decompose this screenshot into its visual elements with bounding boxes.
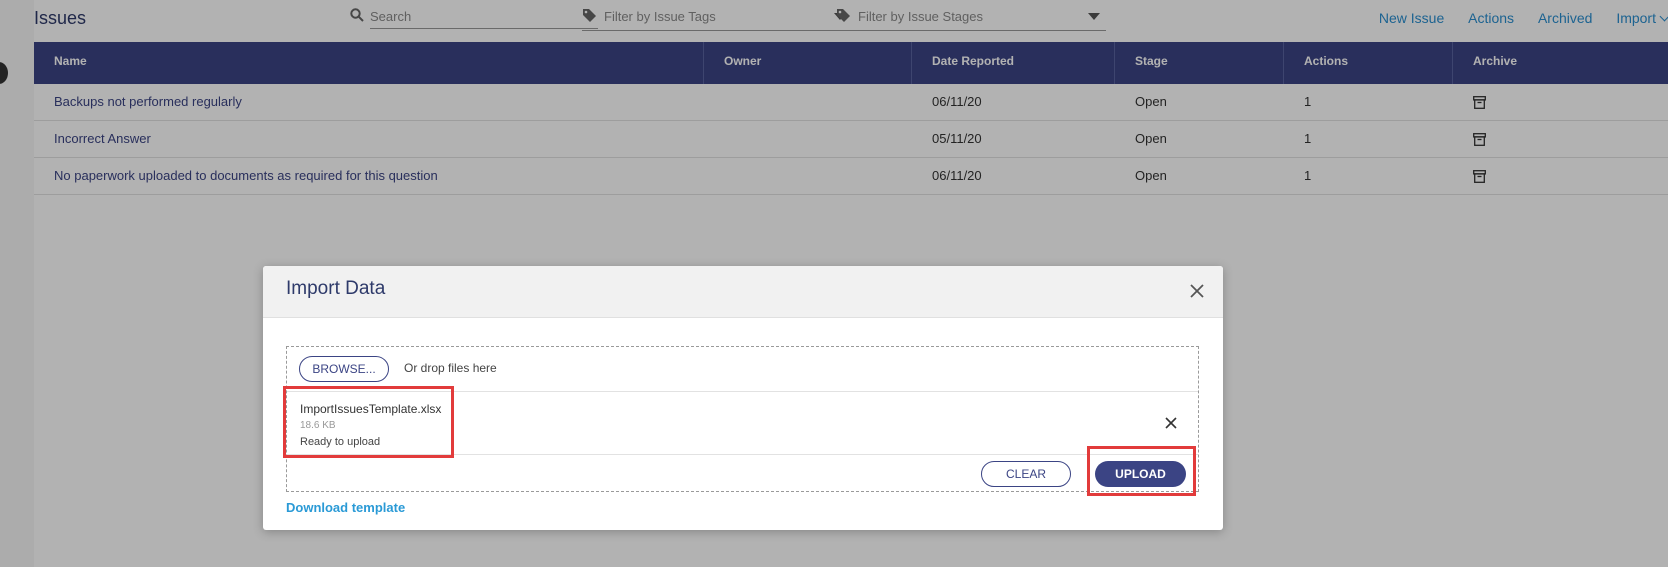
drop-hint: Or drop files here bbox=[404, 361, 497, 375]
remove-file-icon[interactable] bbox=[1164, 416, 1178, 430]
file-highlight-box bbox=[283, 386, 454, 458]
dropzone-actions: CLEAR UPLOAD bbox=[287, 455, 1198, 493]
dialog-header: Import Data bbox=[263, 266, 1223, 318]
download-template-link[interactable]: Download template bbox=[286, 500, 405, 515]
dialog-title: Import Data bbox=[286, 278, 386, 299]
clear-button[interactable]: CLEAR bbox=[981, 461, 1071, 487]
browse-button[interactable]: BROWSE... bbox=[299, 356, 389, 382]
close-icon[interactable] bbox=[1189, 283, 1205, 299]
upload-highlight-box bbox=[1087, 446, 1196, 496]
